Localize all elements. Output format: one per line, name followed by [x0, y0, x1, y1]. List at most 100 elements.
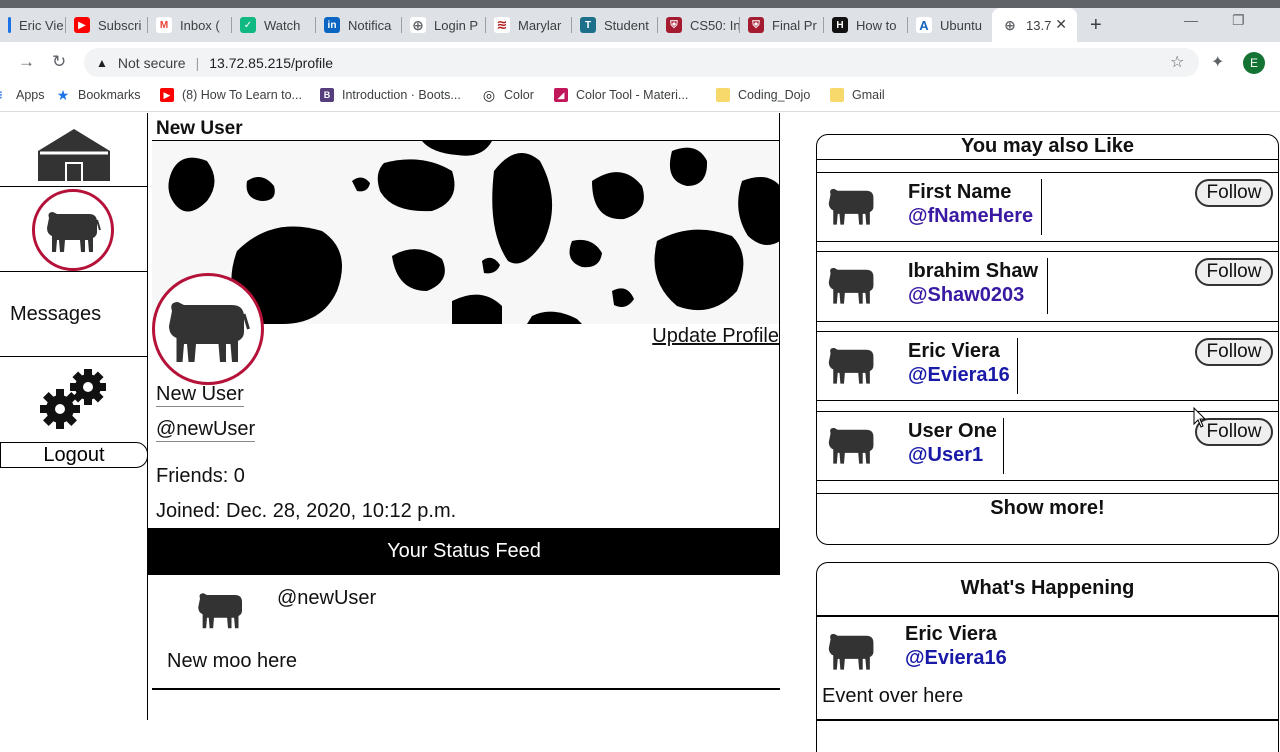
tab-label: Ubuntu [940, 17, 982, 33]
suggestions-card: You may also Like First Name @fNameHere … [816, 134, 1279, 545]
event-author-name: Eric Viera [905, 623, 997, 645]
folder-icon [716, 88, 730, 102]
tab-11[interactable]: A Ubuntu [908, 8, 992, 42]
not-secure-label: Not secure [117, 54, 186, 71]
bookmark-gmail[interactable]: Gmail [830, 88, 885, 102]
tab-1[interactable]: ▶ Subscri [66, 8, 148, 42]
logout-label: Logout [43, 443, 105, 466]
linkedin-icon: in [324, 17, 340, 33]
new-tab-icon[interactable]: + [1090, 14, 1102, 37]
tab-2[interactable]: M Inbox ( [148, 8, 232, 42]
suggestion-item: Eric Viera @Eviera16 Follow [817, 332, 1278, 400]
bookmark-bookmarks[interactable]: ★ Bookmarks [56, 86, 141, 103]
divider [1017, 338, 1018, 394]
divider [817, 241, 1278, 242]
sidebar-item-messages[interactable]: Messages [0, 272, 148, 357]
globe-icon: ⊕ [1002, 17, 1018, 33]
bookmark-label: Gmail [852, 88, 885, 102]
student-portal-icon: T [580, 17, 596, 33]
mouse-cursor-icon [1193, 407, 1207, 428]
extensions-puzzle-icon[interactable]: ✦ [1211, 52, 1224, 72]
bookmark-bootstrap[interactable]: B Introduction · Boots... [320, 88, 461, 102]
bookmark-label: Color Tool - Materi... [576, 88, 689, 102]
tab-10[interactable]: H How to [824, 8, 908, 42]
close-tab-icon[interactable]: ✕ [1055, 16, 1067, 33]
suggestion-item: Ibrahim Shaw @Shaw0203 Follow [817, 252, 1278, 320]
star-icon: ★ [56, 86, 70, 103]
follow-button[interactable]: Follow [1195, 179, 1273, 207]
suggestion-handle[interactable]: @Eviera16 [908, 364, 1010, 387]
minimize-icon[interactable]: — [1184, 12, 1198, 28]
logout-button[interactable]: Logout [0, 442, 148, 468]
reload-icon[interactable]: ↻ [52, 52, 66, 72]
profile-handle: @newUser [156, 418, 256, 442]
bookmark-label: Coding_Dojo [738, 88, 811, 102]
bookmark-label: (8) How To Learn to... [182, 88, 302, 102]
cow-icon [47, 212, 101, 252]
tab-label: Final Pr [772, 17, 817, 33]
tab-4[interactable]: in Notifica [316, 8, 402, 42]
tab-8[interactable]: ⛨ CS50: In [658, 8, 740, 42]
divider [817, 321, 1278, 322]
gmail-icon: M [156, 17, 172, 33]
sidebar-item-profile[interactable] [0, 187, 148, 272]
howtogeek-icon: H [832, 17, 848, 33]
event-author-handle[interactable]: @Eviera16 [905, 647, 1007, 670]
restore-icon[interactable]: ❐ [1232, 12, 1245, 29]
omnibox[interactable]: ▲ Not secure | 13.72.85.215/profile [84, 48, 1199, 77]
apps-grid-icon: ⋮ [0, 88, 8, 102]
suggestion-item: User One @User1 Follow [817, 412, 1278, 480]
follow-button[interactable]: Follow [1195, 338, 1273, 366]
bookmark-label: Color [504, 88, 534, 102]
bank-icon: ≋ [494, 17, 510, 33]
post-username[interactable]: @newUser [277, 587, 376, 610]
azure-icon: A [916, 17, 932, 33]
update-profile-link[interactable]: Update Profile [652, 325, 779, 348]
tab-label: Subscri [98, 17, 142, 33]
profile-avatar[interactable] [152, 273, 264, 385]
suggestion-item: First Name @fNameHere Follow [817, 173, 1278, 241]
divider [817, 159, 1278, 160]
harvard-shield-icon: ⛨ [666, 17, 682, 33]
tab-0[interactable]: Eric Vie [0, 8, 66, 42]
shield-check-icon: ✓ [240, 17, 256, 33]
gears-icon [40, 369, 106, 429]
post-avatar [196, 588, 246, 635]
tab-7[interactable]: T Student [572, 8, 658, 42]
tab-favicon-icon [8, 17, 11, 33]
warning-icon: ▲ [96, 55, 108, 70]
bookmark-coding-dojo[interactable]: Coding_Dojo [716, 88, 810, 102]
tab-6[interactable]: ≋ Marylar [486, 8, 572, 42]
omnibox-divider: | [195, 54, 200, 71]
bookmark-color[interactable]: ◎ Color [482, 87, 534, 103]
bootstrap-icon: B [320, 88, 334, 102]
show-more-link[interactable]: Show more! [817, 497, 1278, 520]
whats-happening-card: What's Happening Eric Viera @Eviera16 Ev… [816, 562, 1279, 752]
follow-button[interactable]: Follow [1195, 258, 1273, 286]
suggestion-handle[interactable]: @fNameHere [908, 205, 1033, 228]
divider [817, 615, 1278, 617]
divider [817, 719, 1278, 721]
forward-arrow-icon[interactable]: → [18, 52, 35, 72]
tab-9[interactable]: ⛨ Final Pr [740, 8, 824, 42]
suggestion-handle[interactable]: @Shaw0203 [908, 284, 1024, 307]
tab-3[interactable]: ✓ Watch [232, 8, 316, 42]
joined-date: Joined: Dec. 28, 2020, 10:12 p.m. [156, 500, 457, 522]
divider [817, 400, 1278, 401]
tab-5[interactable]: ⊕ Login P [402, 8, 486, 42]
bookmark-youtube[interactable]: ▶ (8) How To Learn to... [160, 88, 302, 102]
url-text[interactable]: 13.72.85.215/profile [209, 55, 333, 71]
material-color-icon: ◢ [554, 88, 568, 102]
bookmark-apps[interactable]: ⋮ Apps [0, 88, 45, 102]
tab-active[interactable]: ⊕ 13.7 ✕ [992, 8, 1077, 42]
sidebar-item-home[interactable] [0, 113, 148, 187]
bookmark-star-icon[interactable]: ☆ [1170, 52, 1184, 72]
sidebar-item-settings[interactable] [0, 357, 148, 441]
post-text: New moo here [167, 650, 298, 672]
bookmark-color-tool[interactable]: ◢ Color Tool - Materi... [554, 88, 688, 102]
suggestion-handle[interactable]: @User1 [908, 444, 983, 467]
browser-profile-avatar[interactable]: E [1243, 52, 1265, 74]
friends-count: Friends: 0 [156, 465, 245, 487]
divider [817, 493, 1278, 494]
bookmark-label: Apps [16, 88, 45, 102]
